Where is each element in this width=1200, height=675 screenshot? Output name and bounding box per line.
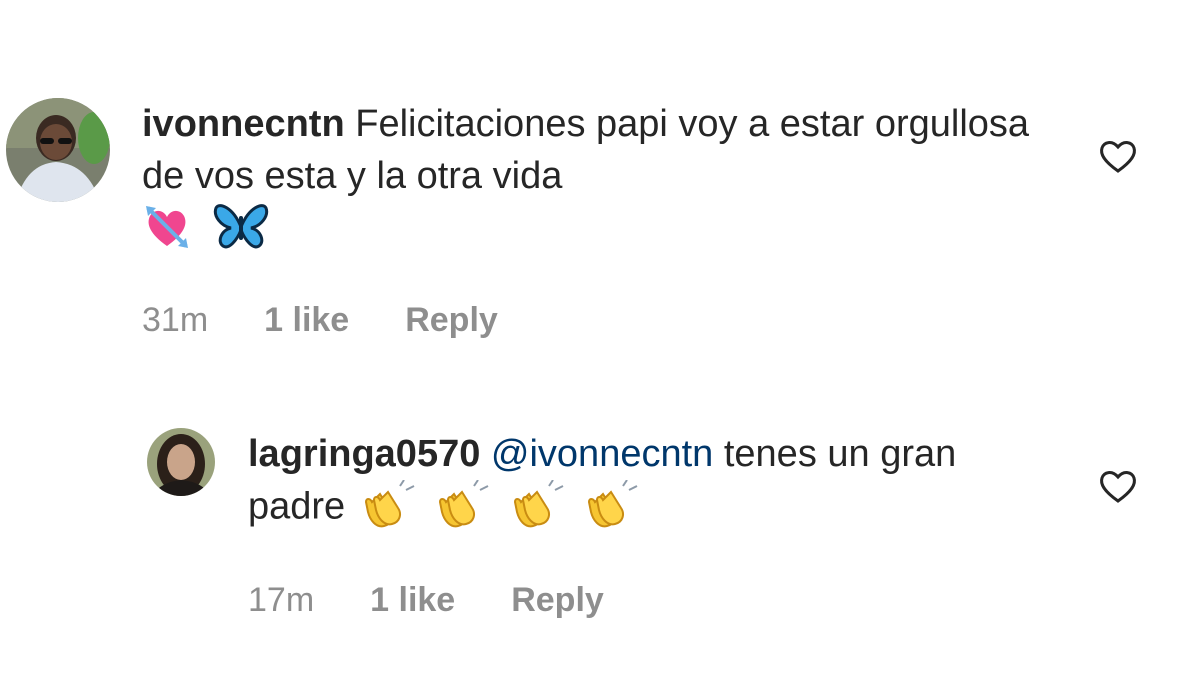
comment-username[interactable]: lagringa0570 bbox=[248, 433, 480, 475]
heart-arrow-emoji bbox=[142, 202, 192, 259]
comment-meta: 17m 1 like Reply bbox=[248, 581, 1008, 620]
mention-link[interactable]: @ivonnecntn bbox=[491, 433, 713, 475]
clapping-hands-emoji bbox=[587, 479, 645, 537]
butterfly-emoji bbox=[213, 202, 269, 259]
comment-username[interactable]: ivonnecntn bbox=[142, 103, 345, 145]
comment-meta: 31m 1 like Reply bbox=[142, 301, 1042, 340]
clapping-hands-emoji bbox=[438, 479, 496, 537]
comments-panel: ivonnecntn Felicitaciones papi voy a est… bbox=[0, 0, 1200, 675]
clapping-hands-emoji bbox=[364, 479, 422, 537]
reply-button[interactable]: Reply bbox=[405, 301, 498, 340]
heart-outline-icon[interactable] bbox=[1098, 138, 1138, 174]
clapping-hands-emoji bbox=[513, 479, 571, 537]
comment-item: lagringa0570 @ivonnecntn tenes un gran p… bbox=[147, 428, 1008, 620]
avatar-image bbox=[147, 428, 215, 496]
comment-time: 17m bbox=[248, 581, 315, 619]
reply-button[interactable]: Reply bbox=[511, 581, 604, 620]
comment-likes[interactable]: 1 like bbox=[370, 581, 455, 620]
comment-item: ivonnecntn Felicitaciones papi voy a est… bbox=[6, 98, 1042, 340]
comment-text: ivonnecntn Felicitaciones papi voy a est… bbox=[142, 98, 1042, 259]
heart-outline-icon[interactable] bbox=[1098, 468, 1138, 504]
comment-text: lagringa0570 @ivonnecntn tenes un gran p… bbox=[248, 428, 1008, 537]
comment-time: 31m bbox=[142, 301, 209, 339]
avatar-image bbox=[6, 98, 110, 202]
avatar[interactable] bbox=[6, 98, 110, 202]
comment-likes[interactable]: 1 like bbox=[264, 301, 349, 340]
avatar[interactable] bbox=[147, 428, 215, 496]
